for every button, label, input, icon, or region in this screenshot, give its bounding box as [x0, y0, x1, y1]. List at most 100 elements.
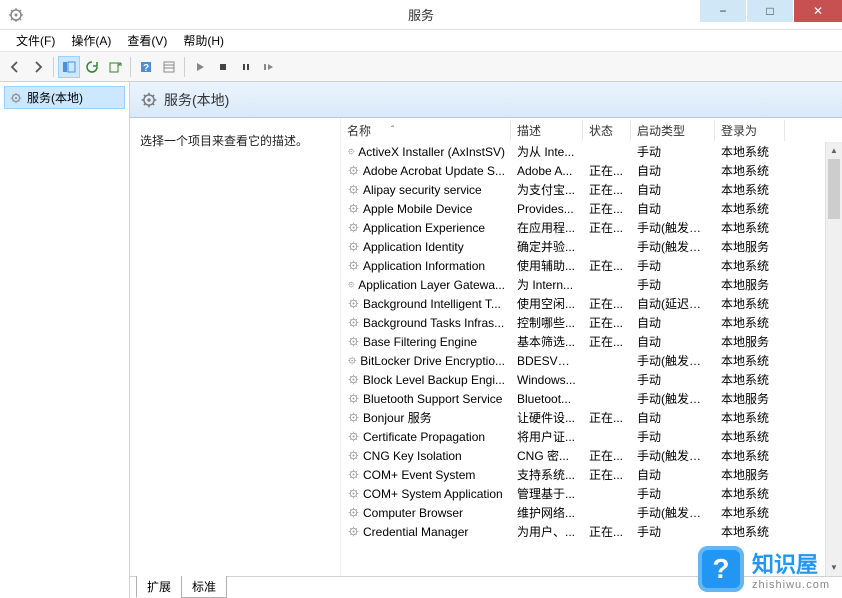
service-row[interactable]: COM+ System Application管理基于...手动本地系统 [341, 484, 842, 503]
forward-button[interactable] [27, 56, 49, 78]
service-row[interactable]: COM+ Event System支持系统...正在...自动本地服务 [341, 465, 842, 484]
column-header-name[interactable]: 名称ˆ [341, 120, 511, 141]
service-startup: 自动 [631, 466, 715, 483]
service-status: 正在... [583, 523, 631, 540]
service-name: Computer Browser [363, 506, 463, 520]
service-startup: 自动 [631, 162, 715, 179]
service-row[interactable]: Application Layer Gatewa...为 Intern...手动… [341, 275, 842, 294]
help-button[interactable]: ? [135, 56, 157, 78]
service-logon: 本地系统 [715, 162, 785, 179]
content-header: 服务(本地) [130, 82, 842, 118]
service-logon: 本地服务 [715, 390, 785, 407]
service-startup: 手动(触发器... [631, 447, 715, 464]
gear-icon [347, 240, 360, 253]
service-row[interactable]: Background Tasks Infras...控制哪些...正在...自动… [341, 313, 842, 332]
service-startup: 自动 [631, 200, 715, 217]
service-name: Application Experience [363, 221, 485, 235]
properties-button[interactable] [158, 56, 180, 78]
gear-icon [347, 202, 360, 215]
back-button[interactable] [4, 56, 26, 78]
show-hide-tree-button[interactable] [58, 56, 80, 78]
service-row[interactable]: Base Filtering Engine基本筛选...正在...自动本地服务 [341, 332, 842, 351]
minimize-button[interactable]: − [700, 0, 746, 22]
gear-icon [347, 392, 360, 405]
service-row[interactable]: Computer Browser维护网络...手动(触发器...本地系统 [341, 503, 842, 522]
gear-icon [347, 468, 360, 481]
service-name: Alipay security service [363, 183, 482, 197]
service-status: 正在... [583, 409, 631, 426]
service-status: 正在... [583, 181, 631, 198]
service-logon: 本地系统 [715, 257, 785, 274]
column-header-logon[interactable]: 登录为 [715, 120, 785, 141]
service-logon: 本地系统 [715, 504, 785, 521]
service-logon: 本地服务 [715, 276, 785, 293]
service-row[interactable]: Apple Mobile DeviceProvides...正在...自动本地系… [341, 199, 842, 218]
pause-service-button[interactable] [235, 56, 257, 78]
service-startup: 自动(延迟启... [631, 295, 715, 312]
stop-service-button[interactable] [212, 56, 234, 78]
tab-extended[interactable]: 扩展 [136, 576, 182, 598]
service-logon: 本地系统 [715, 181, 785, 198]
service-startup: 手动(触发器... [631, 219, 715, 236]
service-description: 使用空闲... [511, 295, 583, 312]
service-logon: 本地系统 [715, 371, 785, 388]
gear-icon [347, 316, 360, 329]
service-row[interactable]: ActiveX Installer (AxInstSV)为从 Inte...手动… [341, 142, 842, 161]
watermark-logo: ? 知识屋 zhishiwu.com [698, 546, 830, 592]
service-row[interactable]: Background Intelligent T...使用空闲...正在...自… [341, 294, 842, 313]
service-row[interactable]: Certificate Propagation将用户证...手动本地系统 [341, 427, 842, 446]
service-row[interactable]: Application Experience在应用程...正在...手动(触发器… [341, 218, 842, 237]
service-logon: 本地系统 [715, 219, 785, 236]
service-logon: 本地系统 [715, 485, 785, 502]
scroll-thumb[interactable] [828, 159, 840, 219]
service-row[interactable]: Bonjour 服务让硬件设...正在...自动本地系统 [341, 408, 842, 427]
service-startup: 手动(触发器... [631, 352, 715, 369]
service-startup: 手动 [631, 485, 715, 502]
scroll-up-arrow[interactable]: ▲ [826, 142, 842, 159]
menu-view[interactable]: 查看(V) [119, 30, 175, 51]
gear-icon [347, 354, 357, 367]
export-button[interactable] [104, 56, 126, 78]
service-status: 正在... [583, 162, 631, 179]
nav-services-local[interactable]: 服务(本地) [4, 86, 125, 109]
service-row[interactable]: Application Information使用辅助...正在...手动本地系… [341, 256, 842, 275]
service-row[interactable]: BitLocker Drive Encryptio...BDESVC ...手动… [341, 351, 842, 370]
service-row[interactable]: Alipay security service为支付宝...正在...自动本地系… [341, 180, 842, 199]
service-logon: 本地系统 [715, 314, 785, 331]
service-name: Application Layer Gatewa... [358, 278, 505, 292]
service-name: Background Intelligent T... [363, 297, 501, 311]
menu-file[interactable]: 文件(F) [8, 30, 63, 51]
tab-standard[interactable]: 标准 [181, 576, 227, 598]
gear-icon [347, 506, 360, 519]
service-row[interactable]: Adobe Acrobat Update S...Adobe A...正在...… [341, 161, 842, 180]
gear-icon [347, 430, 360, 443]
service-row[interactable]: Application Identity确定并验...手动(触发器...本地服务 [341, 237, 842, 256]
refresh-button[interactable] [81, 56, 103, 78]
column-header-description[interactable]: 描述 [511, 120, 583, 141]
service-logon: 本地系统 [715, 428, 785, 445]
column-header-status[interactable]: 状态 [583, 120, 631, 141]
maximize-button[interactable]: □ [747, 0, 793, 22]
service-row[interactable]: Credential Manager为用户、...正在...手动本地系统 [341, 522, 842, 541]
service-description: CNG 密... [511, 447, 583, 464]
start-service-button[interactable] [189, 56, 211, 78]
service-description: 支持系统... [511, 466, 583, 483]
column-header-startup[interactable]: 启动类型 [631, 120, 715, 141]
service-row[interactable]: Block Level Backup Engi...Windows...手动本地… [341, 370, 842, 389]
service-logon: 本地系统 [715, 523, 785, 540]
service-startup: 手动(触发器... [631, 238, 715, 255]
menu-help[interactable]: 帮助(H) [175, 30, 232, 51]
window-title: 服务 [408, 5, 434, 24]
menu-action[interactable]: 操作(A) [63, 30, 119, 51]
vertical-scrollbar[interactable]: ▲ ▼ [825, 142, 842, 576]
gear-icon [347, 411, 360, 424]
service-row[interactable]: CNG Key IsolationCNG 密...正在...手动(触发器...本… [341, 446, 842, 465]
services-icon [8, 7, 24, 23]
restart-service-button[interactable] [258, 56, 280, 78]
service-startup: 手动 [631, 276, 715, 293]
close-button[interactable]: ✕ [794, 0, 842, 22]
service-name: Apple Mobile Device [363, 202, 472, 216]
service-row[interactable]: Bluetooth Support ServiceBluetoot...手动(触… [341, 389, 842, 408]
service-startup: 手动 [631, 371, 715, 388]
service-status: 正在... [583, 200, 631, 217]
